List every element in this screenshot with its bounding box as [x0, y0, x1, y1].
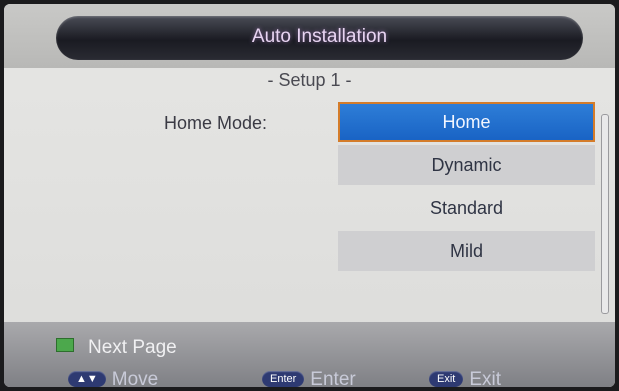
title-bar: Auto Installation: [56, 16, 583, 60]
exit-hint-label: Exit: [469, 369, 502, 387]
enter-key-icon: Enter: [262, 371, 305, 387]
move-hint-label: Move: [111, 369, 159, 387]
key-help-row: ▲▼ Move Enter Enter Exit Exit: [68, 369, 615, 387]
setup-step-label: - Setup 1 -: [267, 70, 352, 90]
green-key-icon: [56, 338, 74, 352]
exit-hint: Exit Exit: [429, 369, 501, 387]
header-frame: Auto Installation: [4, 4, 615, 68]
option-standard[interactable]: Standard: [338, 188, 595, 228]
option-list-scrollbar[interactable]: [601, 114, 609, 314]
next-page-label: Next Page: [88, 337, 177, 358]
enter-hint-label: Enter: [310, 369, 356, 387]
exit-key-icon: Exit: [429, 371, 464, 387]
home-mode-option-list: Home Dynamic Standard Mild: [338, 102, 595, 274]
page-title: Auto Installation: [251, 26, 388, 47]
move-hint: ▲▼ Move: [68, 369, 158, 387]
option-dynamic[interactable]: Dynamic: [338, 145, 595, 185]
home-mode-label: Home Mode:: [164, 113, 268, 133]
footer-bar: Next Page ▲▼ Move Enter Enter Exit Exit: [4, 322, 615, 387]
next-page-hint[interactable]: Next Page: [56, 337, 177, 359]
up-down-arrows-icon: ▲▼: [68, 371, 106, 387]
option-home[interactable]: Home: [338, 102, 595, 142]
option-mild[interactable]: Mild: [338, 231, 595, 271]
enter-hint: Enter Enter: [262, 369, 356, 387]
tv-osd-screen: Auto Installation - Setup 1 - Home Mode:…: [4, 4, 615, 387]
